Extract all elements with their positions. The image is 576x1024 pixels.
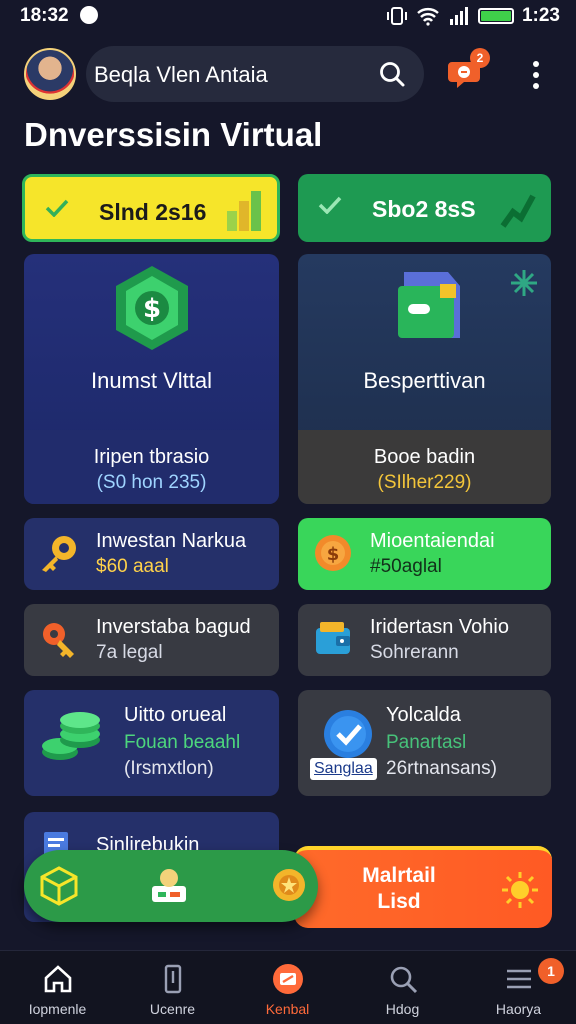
nav-label: Iopmenle xyxy=(28,1001,87,1017)
card-value: 7a legal xyxy=(96,642,163,663)
checkmark-badge-icon xyxy=(324,710,372,758)
page-title: Dnverssisin Virtual xyxy=(24,116,323,153)
status-indicators: 1:23 xyxy=(386,5,560,27)
growth-chart-icon xyxy=(500,194,536,228)
card-value: (S0 hon 235) xyxy=(96,472,207,493)
key-icon xyxy=(42,536,76,572)
svg-text:$: $ xyxy=(327,544,340,565)
card-note: (Irsmxtlon) xyxy=(124,758,214,779)
search-icon[interactable] xyxy=(378,60,406,88)
nav-item-search[interactable]: Hdog xyxy=(345,951,460,1024)
card-subtitle: Fouan beaahl xyxy=(124,732,241,753)
card-title: Uitto orueal xyxy=(124,704,227,726)
check-icon xyxy=(318,196,342,214)
avatar[interactable] xyxy=(24,48,76,100)
gear-key-icon xyxy=(43,623,74,658)
notification-badge: 1 xyxy=(538,958,564,984)
wallet-box-icon xyxy=(398,272,460,338)
sparkle-icon xyxy=(511,270,537,296)
card-invest-virtual[interactable]: $ Inumst Vlttal Iripen tbrasio (S0 hon 2… xyxy=(24,254,279,504)
card-perspective[interactable]: Besperttivan Booe badin (SIlher229) xyxy=(298,254,551,504)
tab-primary-label: Slnd 2s16 xyxy=(99,199,207,225)
nav-label: Ucenre xyxy=(149,1001,196,1017)
card-subtitle: Booe badin xyxy=(373,446,476,468)
card-value: $60 aaal xyxy=(96,556,169,577)
wifi-icon xyxy=(417,8,439,26)
card-note: 26rtnansans) xyxy=(386,758,497,779)
more-options-icon[interactable] xyxy=(526,58,546,89)
status-clock: 1:23 xyxy=(521,5,560,26)
sun-icon xyxy=(502,872,538,908)
floating-action-bar xyxy=(24,850,318,922)
nav-label: Hdog xyxy=(385,1001,420,1017)
status-time: 18:32 xyxy=(20,5,69,26)
nav-label: Haorya xyxy=(495,1001,542,1017)
nav-label: Kenbal xyxy=(265,1001,310,1017)
wallet-icon xyxy=(316,622,350,654)
card-title: Besperttivan xyxy=(363,368,486,393)
card-virtual-real[interactable]: Uitto orueal Fouan beaahl (Irsmxtlon) xyxy=(24,690,279,796)
card-investment-budget[interactable]: Inverstaba bagud 7a legal xyxy=(24,604,279,676)
tab-secondary-label: Sbo2 8sS xyxy=(372,196,476,222)
check-icon xyxy=(45,199,69,217)
nav-item-home[interactable]: Iopmenle xyxy=(0,951,115,1024)
menu-icon xyxy=(507,969,531,989)
tab-secondary[interactable]: Sbo2 8sS xyxy=(298,174,551,242)
card-title: Inumst Vlttal xyxy=(90,368,213,393)
svg-text:$: $ xyxy=(143,294,161,324)
card-value: #50aglal xyxy=(370,556,442,577)
chat-badge: 2 xyxy=(470,48,490,68)
coin-icon: $ xyxy=(315,535,351,571)
card-subtitle: Panartasl xyxy=(386,732,467,753)
status-bar: 18:32 1:23 xyxy=(0,0,576,32)
nav-item-device[interactable]: Ucenre xyxy=(115,951,230,1024)
tab-primary[interactable]: Slnd 2s16 xyxy=(22,174,280,242)
card-title: Inwestan Narkua xyxy=(96,530,247,552)
card-yolcalda[interactable]: Sanglaa Yolcalda Panartasl 26rtnansans) xyxy=(298,690,551,796)
home-icon xyxy=(44,965,72,993)
wallet-icon xyxy=(273,964,303,994)
signal-icon xyxy=(449,7,468,25)
card-subtitle: Iripen tbrasio xyxy=(93,446,210,468)
card-title: Iridertasn Vohio xyxy=(370,616,509,638)
card-title: Malrtail xyxy=(362,864,436,887)
nav-item-wallet[interactable]: Kenbal xyxy=(230,951,345,1024)
money-stack-icon xyxy=(42,712,100,760)
card-iridertasn-vohio[interactable]: Iridertasn Vohio Sohrerann xyxy=(298,604,551,676)
search-icon xyxy=(390,966,418,994)
phone-icon xyxy=(164,964,182,994)
battery-icon xyxy=(477,8,514,24)
card-value: (SIlher229) xyxy=(377,472,472,493)
bar-chart-icon xyxy=(227,191,261,231)
vibrate-icon xyxy=(386,7,407,25)
card-title: Mioentaiendai xyxy=(370,530,495,552)
card-title: Yolcalda xyxy=(386,704,461,726)
notification-dot-icon xyxy=(80,6,98,24)
bottom-navigation: Iopmenle Ucenre Kenbal Hdog Haorya xyxy=(0,950,576,1024)
package-icon[interactable] xyxy=(38,864,80,906)
account-name: Beqla Vlen Antaia xyxy=(94,62,268,87)
card-mioentaiendai[interactable]: $ Mioentaiendai #50aglal xyxy=(298,518,551,590)
card-value: Sohrerann xyxy=(370,642,459,663)
dollar-hexagon-icon: $ xyxy=(116,266,188,350)
card-title: Inverstaba bagud xyxy=(96,616,251,638)
card-subtitle: Lisd xyxy=(377,890,421,913)
card-invest-market[interactable]: Inwestan Narkua $60 aaal xyxy=(24,518,279,590)
card-tag[interactable]: Sanglaa xyxy=(310,758,377,780)
profile-card-icon[interactable] xyxy=(148,864,190,906)
medal-icon[interactable] xyxy=(268,864,310,906)
account-search-bar[interactable]: Beqla Vlen Antaia xyxy=(86,46,424,102)
card-marketplace[interactable]: Malrtail Lisd xyxy=(294,846,552,928)
